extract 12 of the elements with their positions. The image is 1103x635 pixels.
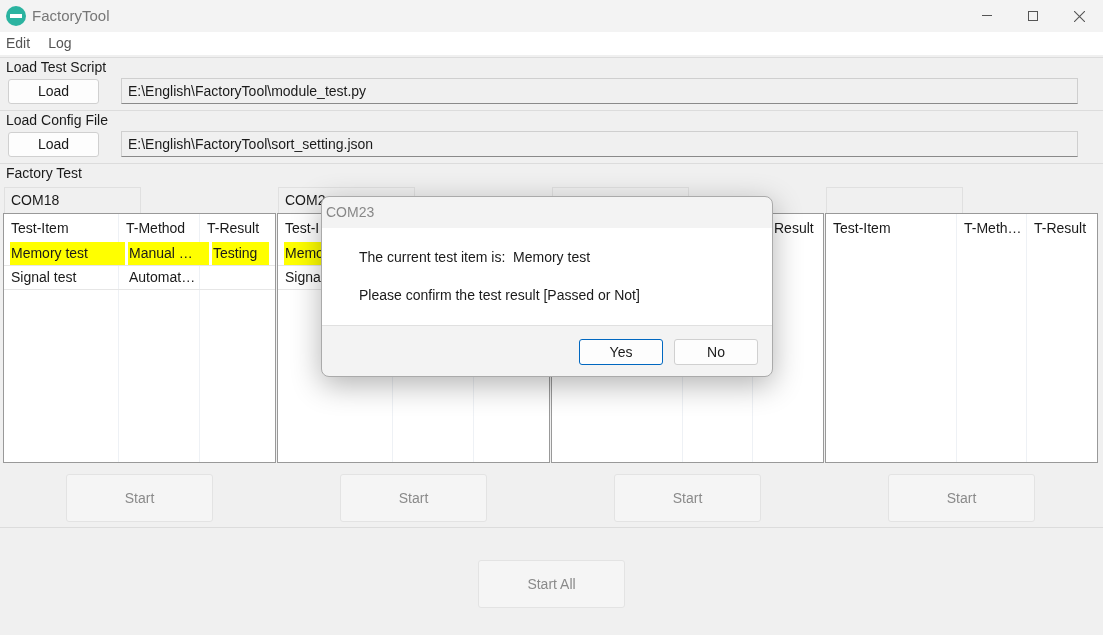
section-title: Factory Test <box>6 164 83 182</box>
dialog-message: Please confirm the test result [Passed or Not] <box>359 286 641 305</box>
table-cell-text: Signa <box>284 268 322 287</box>
table-cell: Memory test <box>10 242 125 265</box>
section-title: Load Test Script <box>6 58 108 76</box>
table-cell: Testing <box>212 242 269 265</box>
section-title: Load Config File <box>6 111 109 129</box>
table-cell: Manual … <box>128 242 209 265</box>
dialog-title: COM23 <box>326 203 375 222</box>
table-cell-text: Automat… <box>128 268 197 287</box>
table-cell-text: Signal test <box>10 268 78 287</box>
window-title: FactoryTool <box>32 5 110 26</box>
